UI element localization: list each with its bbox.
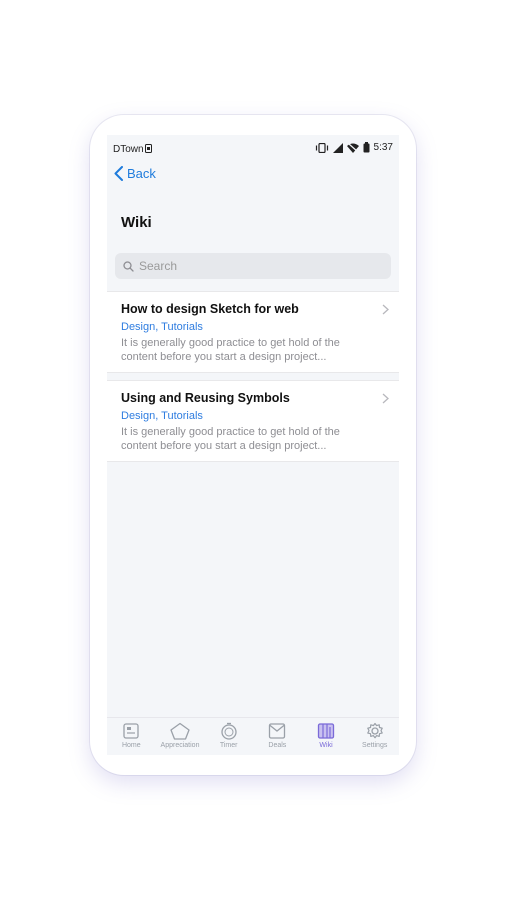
pentagon-icon — [170, 722, 190, 740]
article-title: How to design Sketch for web — [121, 302, 299, 316]
search-bar[interactable] — [115, 253, 391, 279]
book-icon — [317, 723, 335, 739]
cell-signal-icon — [332, 142, 343, 153]
tab-bar: Home Appreciation Timer Deals Wiki Setti… — [107, 717, 399, 755]
home-icon — [123, 723, 139, 739]
tab-label: Settings — [362, 742, 388, 749]
tab-label: Timer — [219, 742, 238, 749]
status-icons: 5:37 — [315, 142, 393, 153]
article-list-item[interactable]: How to design Sketch for web Design, Tut… — [107, 291, 399, 373]
battery-icon — [363, 142, 370, 153]
tab-appreciation[interactable]: Appreciation — [156, 718, 205, 755]
sim-icon — [145, 144, 152, 156]
article-tags[interactable]: Design, Tutorials — [121, 321, 203, 333]
tab-label: Appreciation — [160, 742, 200, 749]
page-title: Wiki — [121, 214, 152, 231]
timer-icon — [221, 722, 237, 740]
tab-home[interactable]: Home — [107, 718, 156, 755]
article-list-item[interactable]: Using and Reusing Symbols Design, Tutori… — [107, 380, 399, 462]
tab-label: Wiki — [319, 742, 333, 749]
article-excerpt: It is generally good practice to get hol… — [121, 337, 340, 363]
carrier-label: DTown — [113, 144, 144, 155]
chevron-right-icon — [382, 393, 389, 404]
tab-settings[interactable]: Settings — [350, 718, 399, 755]
tab-deals[interactable]: Deals — [253, 718, 302, 755]
gear-icon — [366, 722, 383, 739]
tab-wiki[interactable]: Wiki — [302, 718, 351, 755]
back-button[interactable]: Back — [114, 166, 156, 181]
chevron-right-icon — [382, 304, 389, 315]
article-title: Using and Reusing Symbols — [121, 391, 290, 405]
tab-label: Home — [121, 742, 141, 749]
tab-label: Deals — [268, 742, 287, 749]
article-tags[interactable]: Design, Tutorials — [121, 410, 203, 422]
back-label: Back — [127, 166, 156, 181]
search-input[interactable] — [139, 259, 369, 273]
chevron-left-icon — [114, 166, 123, 181]
search-icon — [123, 260, 134, 272]
tab-timer[interactable]: Timer — [204, 718, 253, 755]
envelope-icon — [269, 723, 286, 739]
app-screen: DTown 5:37 Back Wiki Search How to desig… — [107, 135, 399, 755]
phone-frame: DTown 5:37 Back Wiki Search How to desig… — [90, 115, 416, 775]
vibrate-icon — [315, 142, 329, 153]
wifi-icon — [346, 143, 359, 153]
status-bar: DTown 5:37 — [107, 135, 399, 161]
clock-time: 5:37 — [373, 142, 393, 153]
article-excerpt: It is generally good practice to get hol… — [121, 426, 340, 452]
